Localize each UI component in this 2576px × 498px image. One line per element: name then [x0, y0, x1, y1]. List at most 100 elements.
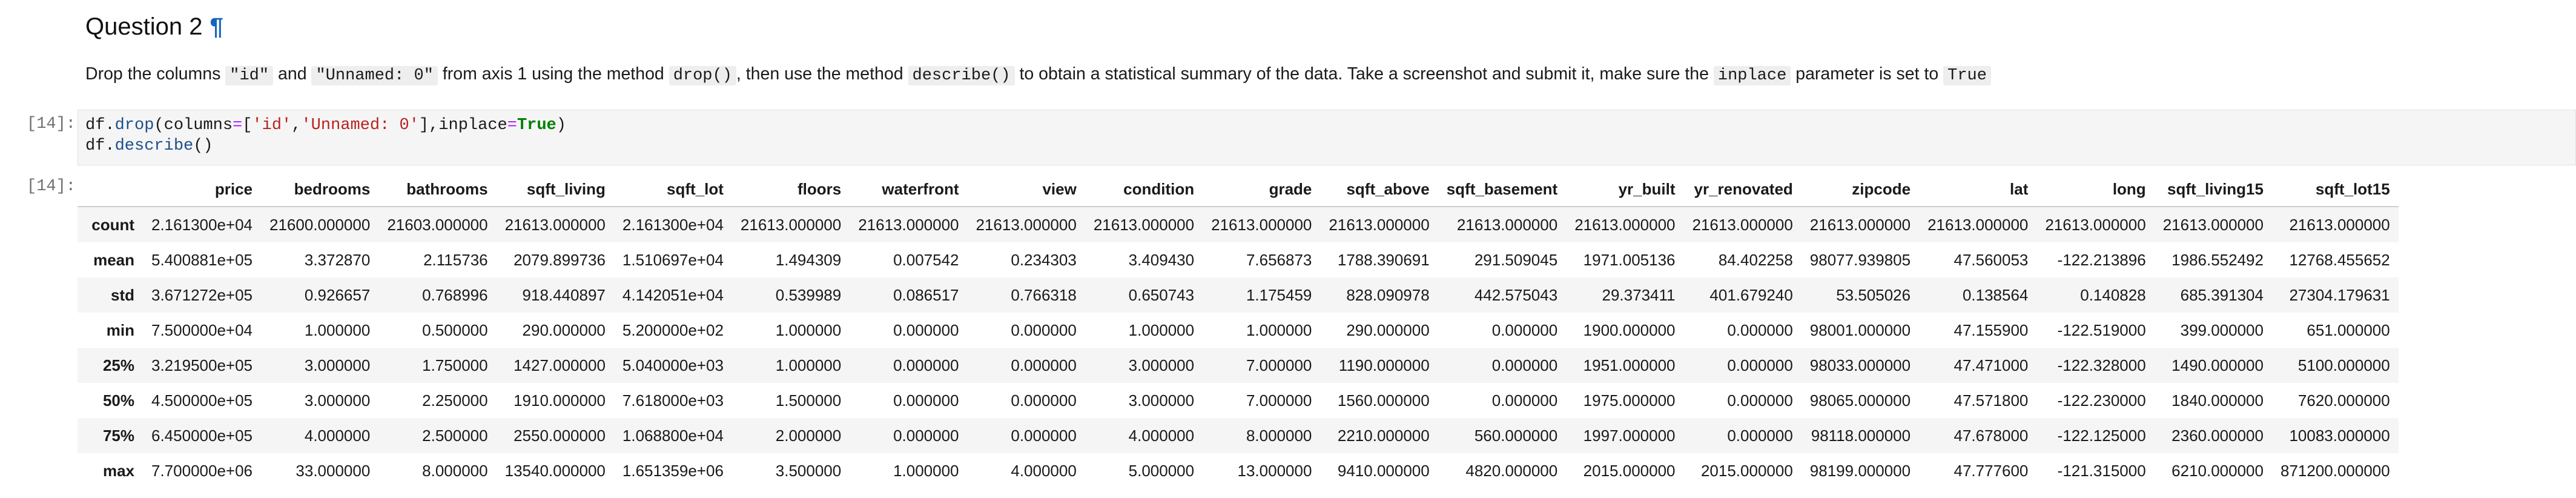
code-token: [: [242, 116, 253, 134]
table-cell: 47.678000: [1953, 426, 2029, 445]
column-header: sqft_basement: [1438, 172, 1567, 207]
table-cell: 442.575043: [1474, 285, 1558, 304]
table-cell: 4.000000: [1128, 426, 1195, 445]
table-corner: [78, 172, 143, 207]
table-cell: 399.000000: [2180, 320, 2264, 339]
table-cell: 1951.000000: [1583, 356, 1676, 374]
table-cell: 1.651359e+06: [622, 461, 724, 480]
table-row: 50% 4.500000e+05 3.000000 2.250000 1910.0000…: [78, 383, 2399, 418]
code-token: drop: [114, 116, 154, 134]
table-cell: 7.618000e+03: [622, 391, 724, 410]
anchor-link-icon[interactable]: ¶: [210, 13, 223, 40]
table-cell: 0.007542: [893, 250, 959, 269]
column-header: yr_renovated: [1683, 172, 1802, 207]
question-heading: Question 2 ¶: [85, 13, 223, 41]
table-cell: 98065.000000: [1809, 391, 1911, 410]
code-token: inplace: [438, 116, 507, 134]
table-cell: 47.155900: [1953, 320, 2029, 339]
table-cell: 3.000000: [1128, 356, 1195, 374]
table-cell: 21613.000000: [2289, 215, 2390, 234]
table-cell: 2015.000000: [1583, 461, 1676, 480]
table-row: min 7.500000e+04 1.000000 0.500000 290.00000…: [78, 313, 2399, 348]
table-cell: 0.138564: [1962, 285, 2029, 304]
table-cell: 5.400881e+05: [151, 250, 253, 269]
column-header: bedrooms: [261, 172, 379, 207]
column-header: zipcode: [1801, 172, 1920, 207]
column-header: yr_built: [1566, 172, 1684, 207]
instruction-text: and: [273, 64, 312, 84]
row-label: min: [106, 320, 134, 339]
table-cell: 47.571800: [1953, 391, 2029, 410]
table-cell: -122.328000: [2057, 356, 2146, 374]
table-cell: 33.000000: [296, 461, 371, 480]
table-row: 25% 3.219500e+05 3.000000 1.750000 1427.0000…: [78, 348, 2399, 383]
table-cell: 0.000000: [1727, 320, 1793, 339]
table-cell: 4.000000: [304, 426, 371, 445]
column-header: sqft_lot: [613, 172, 732, 207]
table-cell: 47.777600: [1953, 461, 2029, 480]
table-cell: 21613.000000: [1927, 215, 2029, 234]
table-cell: 84.402258: [1718, 250, 1793, 269]
table-cell: 13.000000: [1237, 461, 1312, 480]
column-header: sqft_living: [496, 172, 614, 207]
code-line-1: df.drop(columns=['id','Unnamed: 0'],inpl…: [85, 116, 566, 134]
table-cell: 3.409430: [1128, 250, 1195, 269]
code-line-2: df.describe(): [85, 137, 213, 155]
table-cell: 1427.000000: [514, 356, 606, 374]
table-cell: 21613.000000: [976, 215, 1077, 234]
table-cell: 3.671272e+05: [151, 285, 253, 304]
column-header: long: [2036, 172, 2155, 207]
table-cell: 98033.000000: [1809, 356, 1911, 374]
column-header: floors: [732, 172, 850, 207]
table-cell: 12768.455652: [2289, 250, 2390, 269]
table-row: max 7.700000e+06 33.000000 8.000000 13540.00…: [78, 453, 2399, 488]
table-cell: 0.000000: [893, 356, 959, 374]
code-token: columns: [163, 116, 233, 134]
table-cell: 0.000000: [893, 426, 959, 445]
table-cell: 3.000000: [1128, 391, 1195, 410]
table-cell: 1.000000: [1246, 320, 1312, 339]
table-cell: 1.000000: [775, 356, 842, 374]
table-cell: 21603.000000: [387, 215, 488, 234]
table-cell: 560.000000: [1474, 426, 1558, 445]
table-cell: 0.000000: [1491, 320, 1558, 339]
table-cell: 2.500000: [422, 426, 488, 445]
table-cell: 1490.000000: [2171, 356, 2264, 374]
table-cell: 7.000000: [1246, 391, 1312, 410]
column-header: view: [967, 172, 1085, 207]
table-cell: 1.000000: [304, 320, 371, 339]
table-cell: 0.000000: [1727, 426, 1793, 445]
row-label: max: [102, 461, 134, 480]
table-cell: 5.040000e+03: [622, 356, 724, 374]
table-cell: 3.500000: [775, 461, 842, 480]
table-cell: 651.000000: [2307, 320, 2390, 339]
row-label: 50%: [102, 391, 134, 410]
table-cell: 401.679240: [1709, 285, 1793, 304]
table-cell: 5100.000000: [2297, 356, 2390, 374]
table-cell: 2.161300e+04: [151, 215, 253, 234]
code-token: .: [105, 116, 115, 134]
table-cell: 5.000000: [1128, 461, 1195, 480]
describe-output-table: price bedrooms bathrooms sqft_living sqft_lo…: [78, 172, 2399, 488]
code-token: ,: [291, 116, 302, 134]
table-cell: 2015.000000: [1700, 461, 1793, 480]
table-cell: 1788.390691: [1337, 250, 1430, 269]
table-cell: 1.068800e+04: [622, 426, 724, 445]
row-label: mean: [93, 250, 134, 269]
table-cell: 3.000000: [304, 391, 371, 410]
table-cell: 6210.000000: [2171, 461, 2264, 480]
table-cell: 1986.552492: [2171, 250, 2264, 269]
table-cell: 0.766318: [1011, 285, 1077, 304]
table-cell: 27304.179631: [2289, 285, 2390, 304]
table-cell: 7.500000e+04: [151, 320, 253, 339]
column-header: sqft_above: [1320, 172, 1438, 207]
table-cell: 8.000000: [1246, 426, 1312, 445]
table-cell: 21613.000000: [2045, 215, 2146, 234]
instruction-text: to obtain a statistical summary of the d…: [1014, 64, 1714, 84]
table-cell: 21613.000000: [858, 215, 959, 234]
table-cell: 98001.000000: [1809, 320, 1911, 339]
code-input-area[interactable]: df.drop(columns=['id','Unnamed: 0'],inpl…: [78, 110, 2576, 165]
table-cell: 47.471000: [1953, 356, 2029, 374]
output-prompt: [14]:: [27, 178, 76, 196]
table-cell: 0.000000: [1011, 426, 1077, 445]
